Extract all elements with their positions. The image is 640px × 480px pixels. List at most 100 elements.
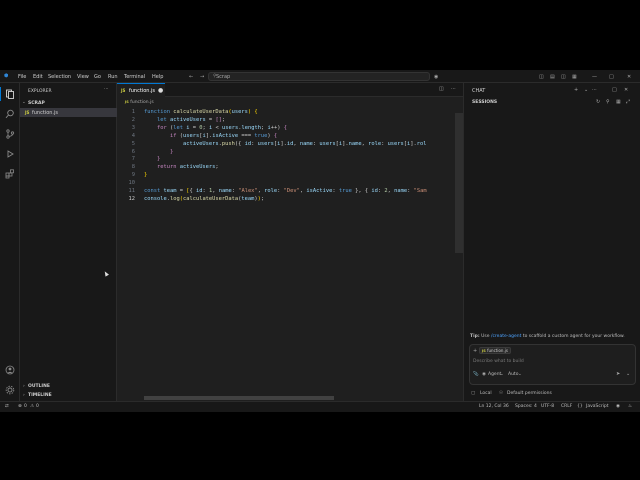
code-line[interactable]: } <box>144 156 160 164</box>
chevron-down-icon[interactable]: ⌄ <box>626 371 630 377</box>
js-file-icon: JS <box>482 349 486 353</box>
send-icon[interactable]: ➤ <box>616 371 620 377</box>
code-line[interactable]: } <box>144 149 173 157</box>
more-actions-icon[interactable]: ⋯ <box>451 86 456 92</box>
layout-icon[interactable]: ▦ <box>616 99 621 105</box>
forward-arrow-icon[interactable]: → <box>200 74 204 80</box>
run-debug-icon[interactable] <box>4 148 16 160</box>
collapse-icon[interactable]: ⤢ <box>626 99 630 105</box>
menu-run[interactable]: Run <box>108 74 118 80</box>
chat-input-box[interactable]: + JS function.js Describe what to build … <box>469 344 636 385</box>
close-icon[interactable]: ✕ <box>627 74 631 80</box>
settings-gear-icon[interactable] <box>4 384 16 396</box>
menu-terminal[interactable]: Terminal <box>124 74 145 80</box>
toggle-sidebar-icon[interactable]: ◫ <box>539 74 544 80</box>
menu-file[interactable]: File <box>18 74 26 80</box>
refresh-icon[interactable]: ↻ <box>596 99 600 105</box>
breadcrumb-file: function.js <box>130 100 154 105</box>
cursor-position[interactable]: Ln 12, Col 36 <box>479 404 509 409</box>
title-bar: ⬢ File Edit Selection View Go Run Termin… <box>0 70 640 83</box>
chevron-down-icon[interactable]: ⌄ <box>500 372 504 377</box>
code-line[interactable]: return activeUsers; <box>144 164 219 172</box>
code-line[interactable]: if (users[i].isActive === true) { <box>144 133 277 141</box>
language-mode[interactable]: JavaScript <box>586 404 609 409</box>
menu-help[interactable]: Help <box>152 74 163 80</box>
sessions-header[interactable]: SESSIONS <box>472 100 497 105</box>
status-bar: ⇄ ⊗ 0 ⚠ 0 Ln 12, Col 36 Spaces: 4 UTF-8 … <box>0 401 640 412</box>
filter-icon[interactable]: ⚲ <box>606 99 610 105</box>
unsaved-dot-icon[interactable]: ● <box>158 87 163 94</box>
more-actions-icon[interactable]: ⋯ <box>592 87 597 93</box>
menu-go[interactable]: Go <box>94 74 101 80</box>
warning-icon[interactable]: ⚠ <box>30 404 34 409</box>
source-control-icon[interactable] <box>4 128 16 140</box>
indentation[interactable]: Spaces: 4 <box>515 404 537 409</box>
code-line[interactable]: for (let i = 0; i < users.length; i++) { <box>144 125 287 133</box>
timeline-section[interactable]: TIMELINE <box>28 393 52 398</box>
breadcrumb[interactable]: JS function.js <box>125 100 154 105</box>
minimize-icon[interactable]: — <box>592 74 597 80</box>
maximize-panel-icon[interactable]: □ <box>612 87 617 93</box>
code-line[interactable]: console.log(calculateUserData(team)); <box>144 196 264 204</box>
back-arrow-icon[interactable]: ← <box>189 74 193 80</box>
code-line[interactable]: function calculateUserData(users) { <box>144 109 258 117</box>
copilot-icon[interactable]: ◉ <box>434 74 438 80</box>
add-context-icon[interactable]: + <box>473 348 477 354</box>
encoding[interactable]: UTF-8 <box>541 404 554 409</box>
error-count[interactable]: 0 <box>24 404 27 409</box>
horizontal-scrollbar[interactable] <box>144 396 334 400</box>
chevron-down-icon[interactable]: ⌄ <box>22 100 26 105</box>
more-actions-icon[interactable]: ⋯ <box>104 87 109 92</box>
local-icon: ▢ <box>471 391 476 396</box>
permissions-selector[interactable]: Default permissions <box>507 391 552 396</box>
notifications-icon[interactable]: ♨ <box>628 404 632 409</box>
code-line[interactable]: activeUsers.push({ id: users[i].id, name… <box>144 141 427 149</box>
menu-selection[interactable]: Selection <box>48 74 71 80</box>
file-item-function-js[interactable]: JS function.js <box>20 108 117 117</box>
new-chat-icon[interactable]: + <box>574 87 578 93</box>
tip-prefix: Use <box>481 334 490 339</box>
context-chip[interactable]: JS function.js <box>479 347 511 354</box>
account-icon[interactable] <box>4 364 16 376</box>
chevron-down-icon[interactable]: ⌄ <box>584 87 588 93</box>
code-line[interactable]: const team = [{ id: 1, name: "Alex", rol… <box>144 188 427 196</box>
maximize-icon[interactable]: □ <box>609 74 614 80</box>
folder-name[interactable]: SCRAP <box>28 101 45 106</box>
code-line[interactable]: } <box>144 172 147 180</box>
code-line[interactable]: let activeUsers = []; <box>144 117 225 125</box>
vertical-scrollbar[interactable] <box>455 113 463 253</box>
braces-icon[interactable]: {} <box>577 404 583 409</box>
split-editor-icon[interactable]: ◫ <box>439 86 444 92</box>
line-number: 3 <box>131 124 135 131</box>
extensions-icon[interactable] <box>4 168 16 180</box>
menu-view[interactable]: View <box>77 74 89 80</box>
menu-edit[interactable]: Edit <box>33 74 43 80</box>
vscode-window: ⬢ File Edit Selection View Go Run Termin… <box>0 70 640 412</box>
command-center-search[interactable]: ⚲ Scrap <box>208 72 430 81</box>
line-ending[interactable]: CRLF <box>561 404 572 409</box>
attach-icon[interactable]: 📎 <box>473 372 479 377</box>
toggle-panel-icon[interactable]: ▤ <box>550 74 555 80</box>
tab-function-js[interactable]: JS function.js ● <box>117 83 165 97</box>
local-session-selector[interactable]: Local <box>480 391 492 396</box>
outline-section[interactable]: OUTLINE <box>28 384 50 389</box>
toggle-secondary-sidebar-icon[interactable]: ◫ <box>561 74 566 80</box>
command-center-label: Scrap <box>216 74 231 80</box>
chevron-down-icon[interactable]: ⌄ <box>518 372 522 377</box>
chevron-right-icon[interactable]: › <box>23 384 25 389</box>
customize-layout-icon[interactable]: ▦ <box>572 74 577 80</box>
close-icon[interactable]: ✕ <box>624 87 628 93</box>
line-number: 2 <box>131 116 135 123</box>
search-view-icon[interactable] <box>4 108 16 120</box>
chat-title: CHAT <box>472 88 486 94</box>
chevron-right-icon[interactable]: › <box>23 393 25 398</box>
context-file: function.js <box>487 348 508 353</box>
explorer-icon[interactable] <box>4 88 16 100</box>
copilot-status-icon[interactable]: ◉ <box>616 404 620 409</box>
error-icon[interactable]: ⊗ <box>18 404 22 409</box>
warning-count[interactable]: 0 <box>36 404 39 409</box>
chat-input-placeholder[interactable]: Describe what to build <box>473 359 524 364</box>
tip-command-link[interactable]: /create-agent <box>491 334 521 339</box>
remote-icon[interactable]: ⇄ <box>5 404 9 409</box>
model-dropdown[interactable]: Auto <box>508 372 518 377</box>
